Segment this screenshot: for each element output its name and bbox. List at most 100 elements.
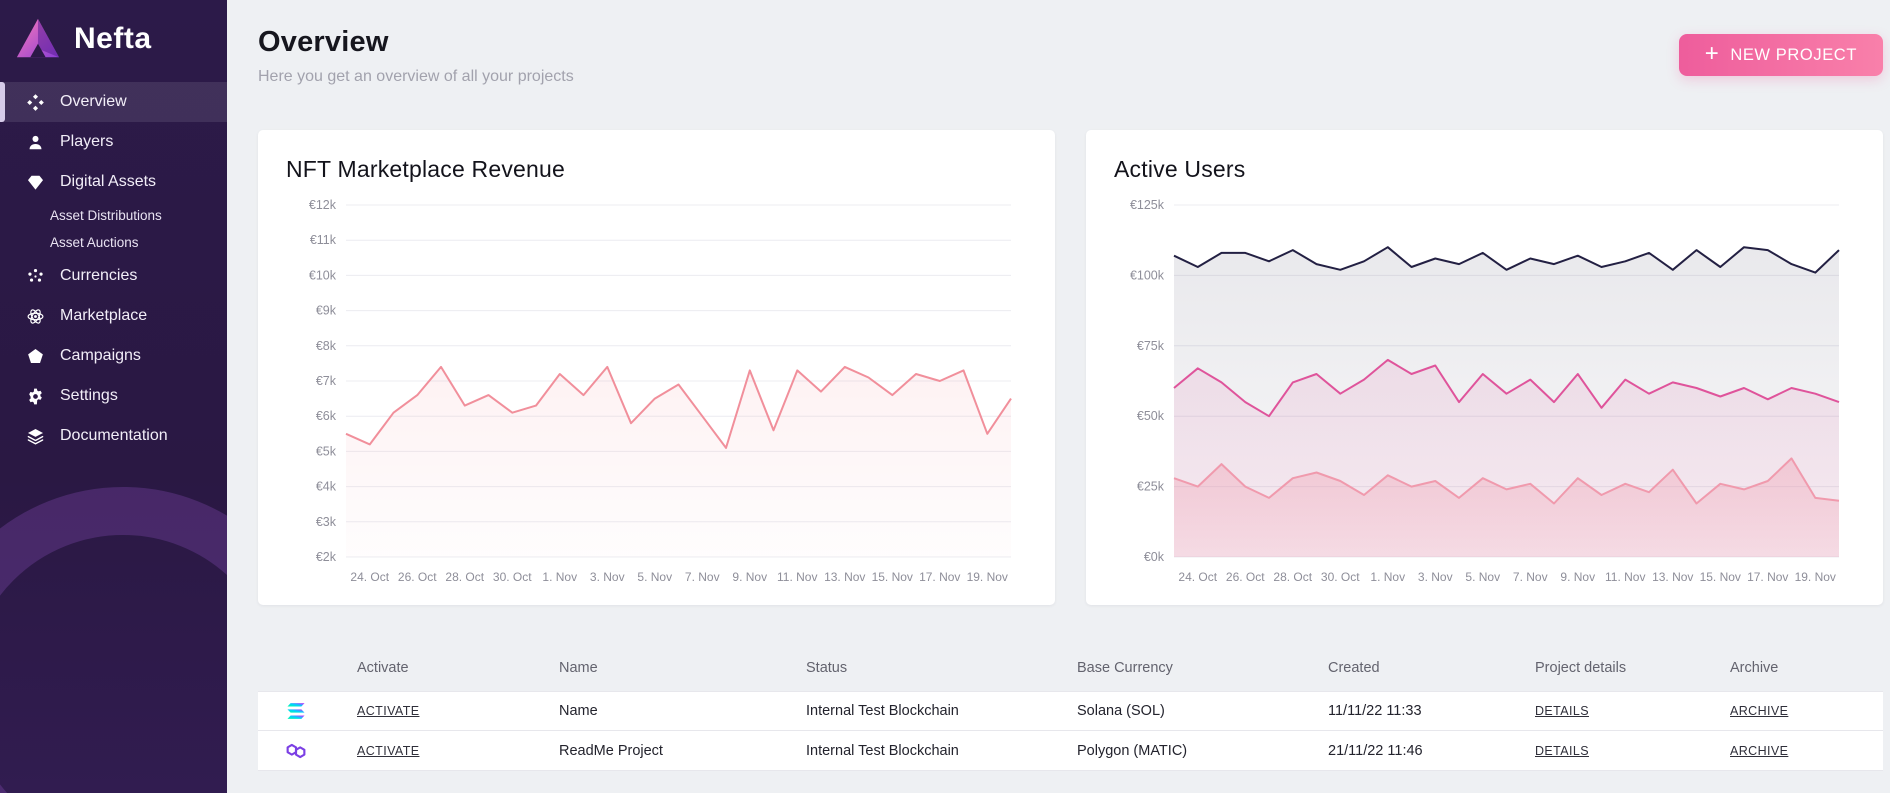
svg-text:26. Oct: 26. Oct bbox=[398, 570, 437, 584]
svg-text:13. Nov: 13. Nov bbox=[1652, 570, 1693, 584]
project-status: Internal Test Blockchain bbox=[806, 742, 959, 759]
svg-text:13. Nov: 13. Nov bbox=[824, 570, 865, 584]
svg-text:€25k: €25k bbox=[1137, 480, 1165, 494]
svg-text:€10k: €10k bbox=[309, 268, 337, 282]
page-subtitle: Here you get an overview of all your pro… bbox=[258, 68, 574, 85]
sidebar-item-label: Digital Assets bbox=[60, 173, 157, 190]
digital-assets-icon bbox=[25, 172, 45, 192]
sidebar-item-label: Players bbox=[60, 133, 114, 150]
svg-text:€7k: €7k bbox=[316, 374, 337, 388]
page-title: Overview bbox=[258, 26, 389, 58]
svg-text:26. Oct: 26. Oct bbox=[1226, 570, 1265, 584]
svg-text:€8k: €8k bbox=[316, 339, 337, 353]
svg-text:15. Nov: 15. Nov bbox=[1700, 570, 1741, 584]
column-header-project-details: Project details bbox=[1535, 660, 1627, 676]
sidebar-item-campaigns[interactable]: Campaigns bbox=[0, 336, 227, 376]
currencies-icon bbox=[25, 266, 45, 286]
svg-text:17. Nov: 17. Nov bbox=[919, 570, 960, 584]
active-users-chart-card: Active Users €0k €25k €50k €75k €100k €125k 24… bbox=[1086, 130, 1883, 605]
svg-text:€50k: €50k bbox=[1137, 409, 1165, 423]
documentation-icon bbox=[25, 426, 45, 446]
svg-text:7. Nov: 7. Nov bbox=[1513, 570, 1548, 584]
sidebar-subitem-asset-distributions[interactable]: Asset Distributions bbox=[0, 202, 227, 229]
activate-link[interactable]: ACTIVATE bbox=[357, 704, 419, 718]
svg-text:24. Oct: 24. Oct bbox=[1178, 570, 1217, 584]
table-row: ACTIVATE ReadMe Project Internal Test Bloc… bbox=[258, 731, 1883, 771]
svg-text:15. Nov: 15. Nov bbox=[872, 570, 913, 584]
sidebar-item-label: Overview bbox=[60, 93, 127, 110]
svg-text:€9k: €9k bbox=[316, 304, 337, 318]
brand-logo-icon bbox=[16, 18, 60, 58]
svg-text:7. Nov: 7. Nov bbox=[685, 570, 720, 584]
svg-text:5. Nov: 5. Nov bbox=[1465, 570, 1500, 584]
svg-text:9. Nov: 9. Nov bbox=[732, 570, 767, 584]
column-header-status: Status bbox=[806, 660, 848, 676]
solana-icon bbox=[258, 698, 357, 724]
brand-name: Nefta bbox=[74, 22, 152, 55]
archive-link[interactable]: ARCHIVE bbox=[1730, 704, 1788, 718]
active-users-chart-title: Active Users bbox=[1114, 156, 1246, 182]
sidebar-nav: Overview Players Digital Assets Asset Distr… bbox=[0, 82, 227, 456]
column-header-created: Created bbox=[1328, 660, 1380, 676]
sidebar-item-overview[interactable]: Overview bbox=[0, 82, 227, 122]
svg-text:1. Nov: 1. Nov bbox=[542, 570, 577, 584]
sidebar-item-digital-assets[interactable]: Digital Assets bbox=[0, 162, 227, 202]
polygon-icon bbox=[258, 738, 357, 764]
svg-text:€100k: €100k bbox=[1130, 268, 1165, 282]
archive-link[interactable]: ARCHIVE bbox=[1730, 744, 1788, 758]
svg-text:€12k: €12k bbox=[309, 198, 337, 212]
svg-text:19. Nov: 19. Nov bbox=[1795, 570, 1836, 584]
svg-text:30. Oct: 30. Oct bbox=[493, 570, 532, 584]
settings-icon bbox=[25, 386, 45, 406]
sidebar-item-settings[interactable]: Settings bbox=[0, 376, 227, 416]
sidebar-subitem-asset-auctions[interactable]: Asset Auctions bbox=[0, 229, 227, 256]
svg-text:28. Oct: 28. Oct bbox=[445, 570, 484, 584]
svg-text:19. Nov: 19. Nov bbox=[967, 570, 1008, 584]
sidebar-item-players[interactable]: Players bbox=[0, 122, 227, 162]
svg-text:€3k: €3k bbox=[316, 515, 337, 529]
svg-text:11. Nov: 11. Nov bbox=[777, 570, 817, 584]
svg-text:11. Nov: 11. Nov bbox=[1605, 570, 1645, 584]
sidebar-item-label: Campaigns bbox=[60, 347, 141, 364]
column-header-archive: Archive bbox=[1730, 660, 1779, 676]
svg-text:30. Oct: 30. Oct bbox=[1321, 570, 1360, 584]
column-header-base-currency: Base Currency bbox=[1077, 660, 1173, 676]
brand-logo[interactable]: Nefta bbox=[0, 0, 227, 82]
new-project-label: NEW PROJECT bbox=[1730, 45, 1857, 64]
new-project-button[interactable]: + NEW PROJECT bbox=[1678, 34, 1883, 76]
sidebar-item-documentation[interactable]: Documentation bbox=[0, 416, 227, 456]
projects-table-header: Activate Name Status Base Currency Created Pr… bbox=[258, 645, 1883, 691]
activate-link[interactable]: ACTIVATE bbox=[357, 744, 419, 758]
sidebar: Nefta Overview Players Digital Assets Asset… bbox=[0, 0, 227, 793]
plus-icon: + bbox=[1704, 40, 1720, 67]
project-name: ReadMe Project bbox=[559, 742, 663, 759]
sidebar-item-currencies[interactable]: Currencies bbox=[0, 256, 227, 296]
revenue-chart-card: NFT Marketplace Revenue €2k €3k €4k €5k €6k €… bbox=[258, 130, 1055, 605]
svg-text:9. Nov: 9. Nov bbox=[1560, 570, 1595, 584]
sidebar-item-label: Documentation bbox=[60, 427, 168, 444]
sidebar-item-label: Currencies bbox=[60, 267, 138, 284]
sidebar-item-label: Marketplace bbox=[60, 307, 148, 324]
projects-table: Activate Name Status Base Currency Created Pr… bbox=[258, 645, 1883, 771]
details-link[interactable]: DETAILS bbox=[1535, 704, 1589, 718]
details-link[interactable]: DETAILS bbox=[1535, 744, 1589, 758]
chart-cards-row: NFT Marketplace Revenue €2k €3k €4k €5k €6k €… bbox=[258, 130, 1883, 605]
overview-icon bbox=[25, 92, 45, 112]
sidebar-item-marketplace[interactable]: Marketplace bbox=[0, 296, 227, 336]
sidebar-item-label: Settings bbox=[60, 387, 118, 404]
svg-text:17. Nov: 17. Nov bbox=[1747, 570, 1788, 584]
project-base-currency: Solana (SOL) bbox=[1077, 703, 1165, 719]
project-created: 21/11/22 11:46 bbox=[1328, 742, 1423, 759]
svg-text:28. Oct: 28. Oct bbox=[1273, 570, 1312, 584]
project-created: 11/11/22 11:33 bbox=[1328, 703, 1422, 719]
svg-text:€125k: €125k bbox=[1130, 198, 1165, 212]
svg-text:5. Nov: 5. Nov bbox=[637, 570, 672, 584]
svg-text:3. Nov: 3. Nov bbox=[590, 570, 625, 584]
revenue-chart-title: NFT Marketplace Revenue bbox=[286, 156, 566, 182]
column-header-activate: Activate bbox=[357, 660, 409, 676]
active-users-chart: €0k €25k €50k €75k €100k €125k 24. Oct 26. Oct 2… bbox=[1130, 198, 1840, 584]
svg-text:€2k: €2k bbox=[316, 550, 337, 564]
svg-text:€75k: €75k bbox=[1137, 339, 1165, 353]
svg-text:€6k: €6k bbox=[316, 409, 337, 423]
project-status: Internal Test Blockchain bbox=[806, 703, 959, 719]
